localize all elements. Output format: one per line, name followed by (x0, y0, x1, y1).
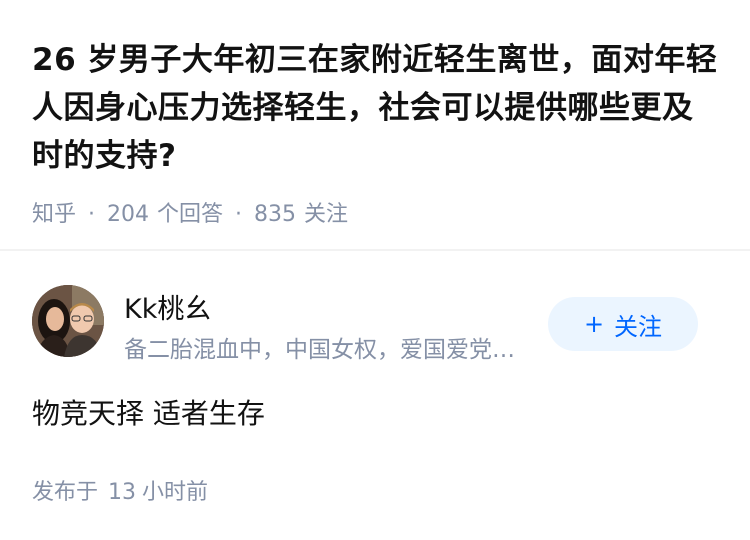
author-bio: 备二胎混血中，中国女权，爱国爱党，反对台独 (124, 337, 534, 363)
follow-button-label: 关注 (614, 312, 663, 341)
source-label[interactable]: 知乎 (32, 202, 76, 227)
question-title[interactable]: 26 岁男子大年初三在家附近轻生离世，面对年轻人因身心压力选择轻生，社会可以提供… (32, 36, 722, 180)
time-prefix: 发布于 (32, 480, 99, 505)
meta-separator: · (235, 202, 243, 227)
answer-count: 204 (107, 202, 150, 227)
time-value: 13 (108, 480, 137, 505)
answer-time: 发布于 13 小时前 (32, 474, 208, 506)
answer-content[interactable]: 物竞天择 适者生存 (32, 392, 265, 432)
follower-count: 835 (254, 202, 297, 227)
author-name[interactable]: Kk桃幺 (124, 287, 211, 326)
section-divider (0, 249, 750, 251)
zhihu-question-page: 26 岁男子大年初三在家附近轻生离世，面对年轻人因身心压力选择轻生，社会可以提供… (0, 0, 750, 540)
time-suffix: 小时前 (142, 480, 209, 505)
meta-separator: · (88, 202, 96, 227)
avatar-photo-icon (32, 285, 104, 357)
answer-count-label[interactable]: 个回答 (157, 202, 223, 227)
question-meta: 知乎 · 204 个回答 · 835 关注 (32, 196, 348, 228)
plus-icon: + (583, 310, 605, 338)
avatar[interactable] (32, 285, 104, 357)
follow-button[interactable]: + 关注 (548, 297, 698, 351)
follower-count-label[interactable]: 关注 (304, 202, 348, 227)
